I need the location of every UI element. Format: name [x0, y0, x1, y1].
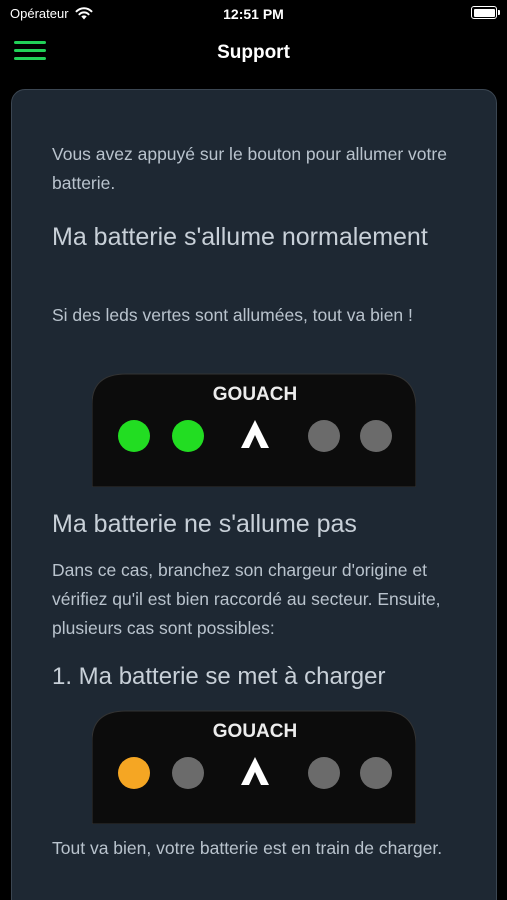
- led: [360, 757, 392, 789]
- led: [118, 420, 150, 452]
- heading-battery-off: Ma batterie ne s'allume pas: [52, 510, 357, 538]
- text-battery-on: Si des leds vertes sont allumées, tout v…: [52, 305, 413, 325]
- battery-display-normal: GOUACH: [92, 370, 416, 487]
- battery-display-charging: GOUACH: [92, 707, 416, 824]
- device-brand-label: GOUACH: [213, 721, 297, 742]
- led: [118, 757, 150, 789]
- battery-status-icon: [471, 6, 500, 19]
- status-time: 12:51 PM: [223, 6, 284, 22]
- led: [360, 420, 392, 452]
- heading-case-charging: 1. Ma batterie se met à charger: [52, 663, 386, 690]
- status-bar: Opérateur 12:51 PM: [0, 0, 507, 28]
- led: [172, 757, 204, 789]
- battery-device-charging-image: GOUACH: [92, 710, 416, 824]
- text-case-charging: Tout va bien, votre batterie est en trai…: [52, 838, 443, 858]
- device-brand-label: GOUACH: [213, 384, 297, 405]
- battery-device-normal-image: GOUACH: [92, 373, 416, 487]
- led: [308, 757, 340, 789]
- led: [172, 420, 204, 452]
- heading-battery-on: Ma batterie s'allume normalement: [52, 223, 428, 251]
- text-battery-off: Dans ce cas, branchez son chargeur d'ori…: [52, 560, 441, 638]
- navigation-bar: Support: [0, 28, 507, 78]
- intro-text: Vous avez appuyé sur le bouton pour allu…: [52, 144, 447, 193]
- page-title: Support: [217, 42, 290, 63]
- support-content-card: Vous avez appuyé sur le bouton pour allu…: [11, 89, 497, 900]
- led: [308, 420, 340, 452]
